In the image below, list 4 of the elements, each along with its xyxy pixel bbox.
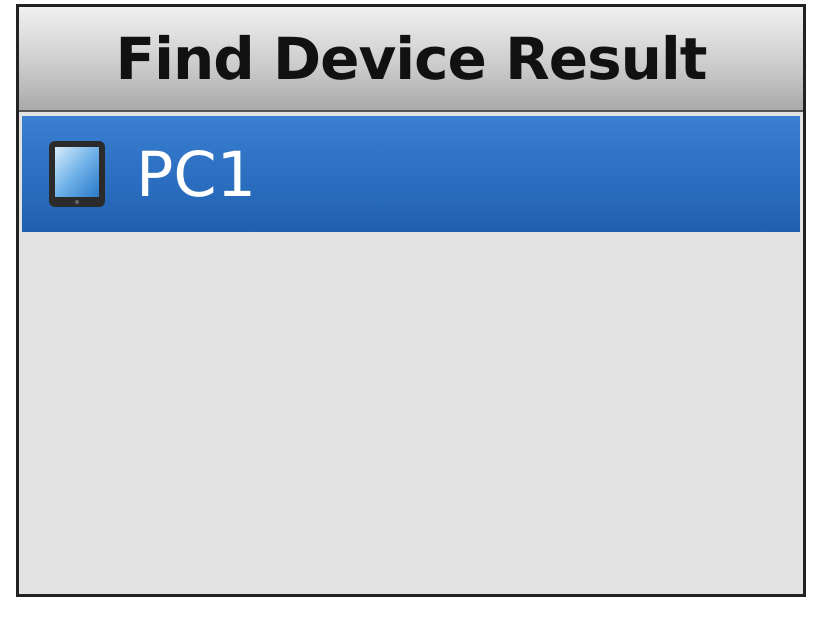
device-list-item[interactable]: PC1 bbox=[22, 116, 800, 232]
device-name: PC1 bbox=[136, 138, 256, 210]
screen-title: Find Device Result bbox=[19, 7, 803, 112]
tablet-icon bbox=[48, 140, 106, 208]
